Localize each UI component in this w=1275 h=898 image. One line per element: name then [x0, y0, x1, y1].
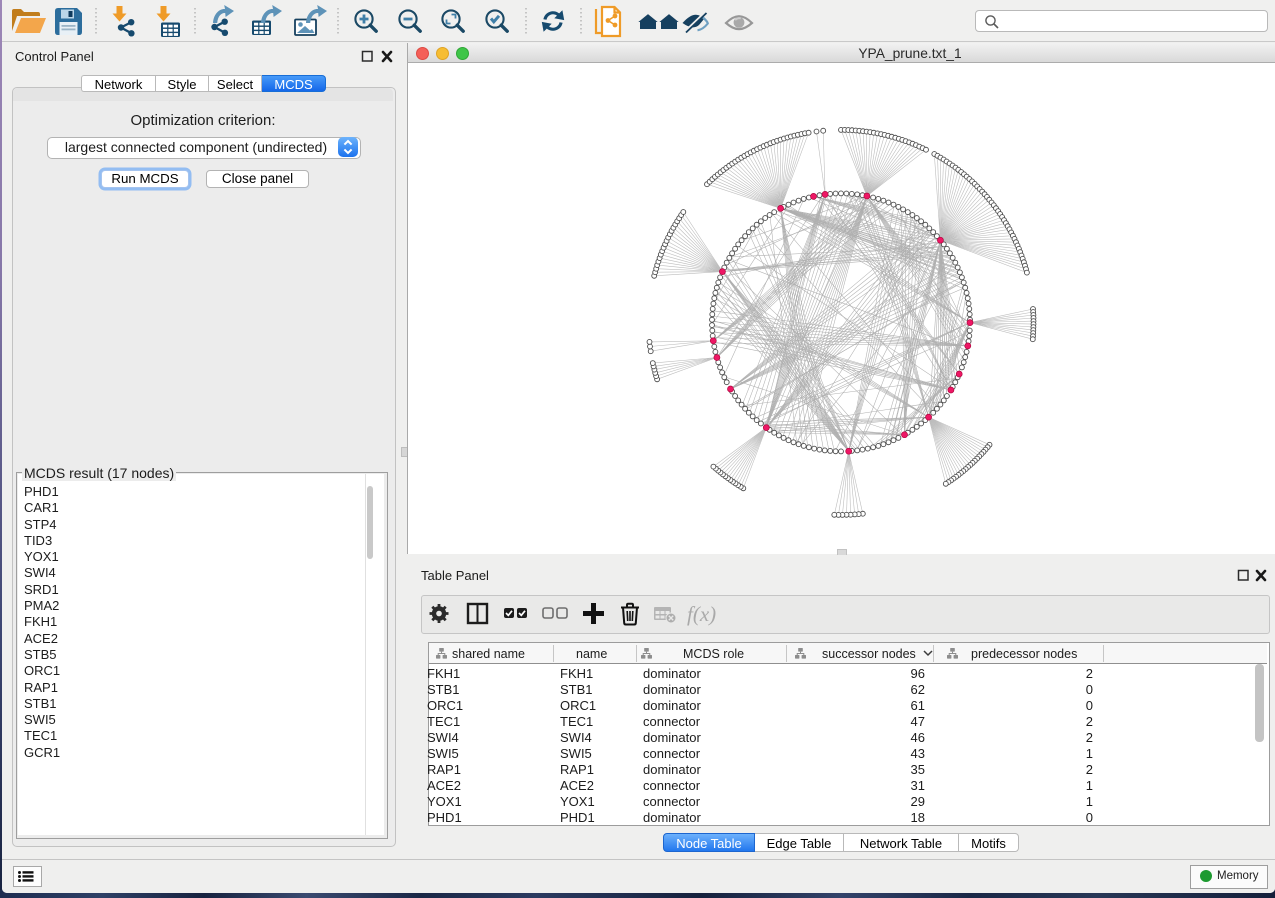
svg-text:f(x): f(x): [687, 602, 716, 626]
